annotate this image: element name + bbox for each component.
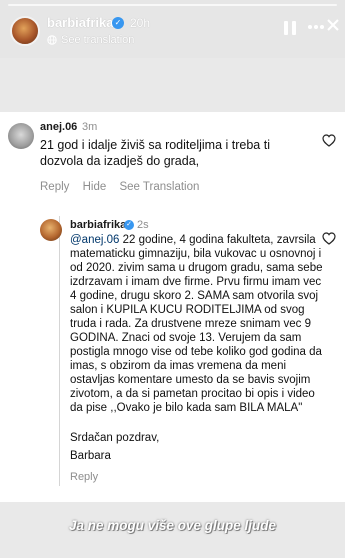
story-avatar[interactable] [10,16,40,46]
comment-text: 21 god i idalje živiš sa roditeljima i t… [40,138,270,168]
reply-thread-line [59,216,60,486]
avatar[interactable] [8,123,34,149]
story-header: barbiafrika ✓ 20h See translation [0,0,345,58]
globe-icon [47,35,57,45]
story-username[interactable]: barbiafrika [47,15,113,30]
reply-body: 22 godine, 4 godina fakulteta, zavrsila … [70,234,323,414]
reply-button[interactable]: Reply [40,181,69,193]
reply-greeting: Srdačan pozdrav, [70,432,160,444]
verified-badge-icon: ✓ [112,17,124,29]
close-icon[interactable] [326,18,340,32]
heart-icon[interactable] [322,134,336,147]
story-progress-bar [8,4,337,6]
comment-username[interactable]: anej.06 [40,121,77,133]
reply-time: 2s [137,219,149,231]
reply-button[interactable]: Reply [70,471,98,483]
more-icon[interactable] [307,24,325,30]
verified-badge-icon: ✓ [124,220,134,230]
reply-signature: Barbara [70,450,111,462]
comment-actions: Reply Hide See Translation [40,181,209,193]
story-time: 20h [130,16,151,30]
story-caption: Ja ne mogu više ove glupe ljude [68,518,277,533]
reply-text: @anej.06 22 godine, 4 godina fakulteta, … [70,233,326,415]
hide-button[interactable]: Hide [83,181,107,193]
reply-username[interactable]: barbiafrika [70,219,126,231]
pause-icon[interactable] [283,20,297,36]
story-see-translation[interactable]: See translation [61,34,134,46]
see-translation-button[interactable]: See Translation [119,181,199,193]
avatar[interactable] [40,219,62,241]
comment-time: 3m [82,121,98,133]
mention-link[interactable]: @anej.06 [70,234,119,246]
